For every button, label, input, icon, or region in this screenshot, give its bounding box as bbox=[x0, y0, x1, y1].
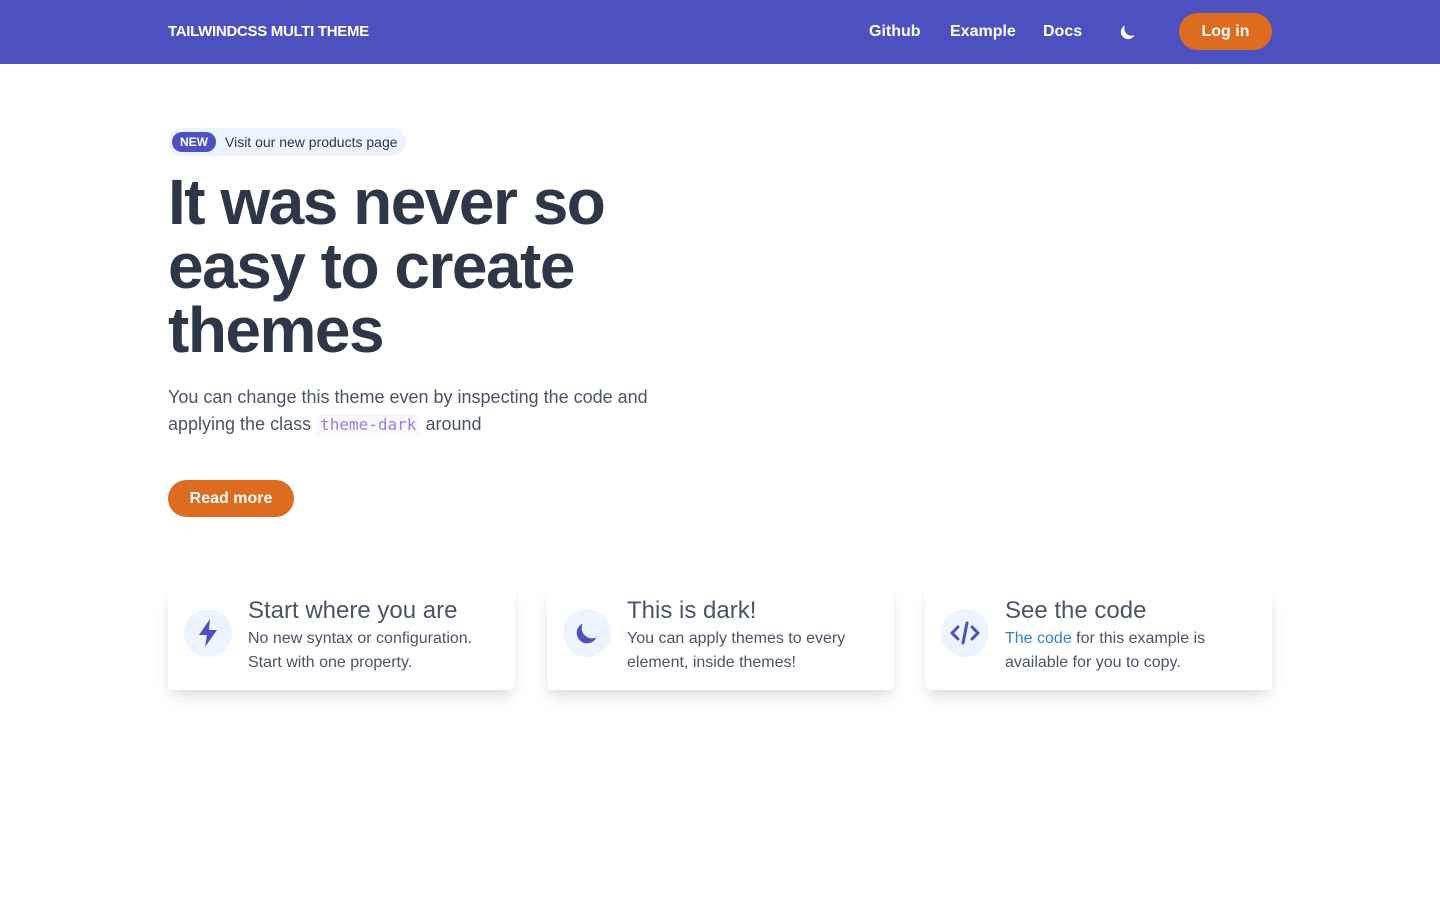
nav-link-docs[interactable]: Docs bbox=[1043, 0, 1082, 64]
feature-text: No new syntax or configuration. Start wi… bbox=[248, 630, 473, 671]
read-more-button[interactable]: Read more bbox=[168, 480, 294, 517]
feature-text: You can apply themes to every element, i… bbox=[627, 630, 846, 671]
nav-link-example[interactable]: Example bbox=[950, 0, 1016, 64]
feature-card: Start where you are No new syntax or con… bbox=[168, 585, 515, 690]
new-badge: NEW bbox=[172, 132, 216, 152]
login-button[interactable]: Log in bbox=[1179, 13, 1272, 50]
navbar: TAILWINDCSS MULTI THEME Github Example D… bbox=[0, 0, 1440, 64]
the-code-link[interactable]: The code bbox=[1005, 630, 1072, 647]
feature-icon-wrap bbox=[563, 609, 611, 657]
feature-title: Start where you are bbox=[248, 597, 458, 624]
feature-icon-wrap bbox=[184, 609, 232, 657]
theme-toggle-button[interactable] bbox=[1117, 21, 1139, 43]
feature-text: The code for this example is available f… bbox=[1005, 627, 1255, 675]
hero-title: It was never so easy to create themes bbox=[168, 166, 606, 366]
announcement-text: Visit our new products page bbox=[225, 134, 398, 150]
lightning-icon bbox=[199, 619, 217, 647]
announcement-pill[interactable]: NEW Visit our new products page bbox=[168, 128, 406, 156]
brand-logo[interactable]: TAILWINDCSS MULTI THEME bbox=[168, 0, 369, 64]
feature-title: This is dark! bbox=[627, 597, 757, 624]
feature-icon-wrap bbox=[941, 609, 989, 657]
nav-link-github[interactable]: Github bbox=[869, 0, 921, 64]
moon-icon bbox=[576, 623, 597, 644]
feature-title: See the code bbox=[1005, 597, 1147, 624]
hero-description-after: around bbox=[425, 414, 482, 434]
code-snippet: theme-dark bbox=[316, 414, 421, 435]
hero-description: You can change this theme even by inspec… bbox=[168, 384, 668, 438]
moon-icon bbox=[1120, 25, 1135, 40]
code-icon bbox=[950, 621, 980, 645]
feature-card: See the code The code for this example i… bbox=[925, 585, 1272, 690]
feature-card: This is dark! You can apply themes to ev… bbox=[547, 585, 894, 690]
